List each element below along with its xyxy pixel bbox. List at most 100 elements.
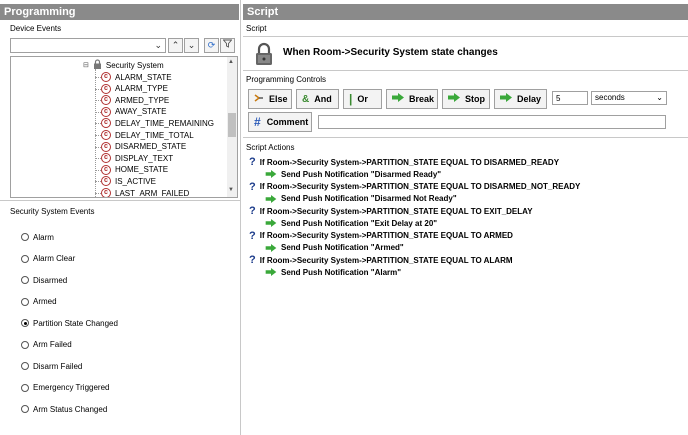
tree-item[interactable]: c IS_ACTIVE — [101, 175, 156, 187]
step-text: Send Push Notification "Alarm" — [281, 267, 402, 277]
divider — [243, 137, 688, 138]
radio-button[interactable] — [21, 319, 29, 327]
filter-icon — [222, 39, 233, 50]
tree-root-security-system[interactable]: ⊟ Security System — [83, 58, 164, 72]
device-event-tree[interactable]: ⊟ Security System c ALARM_STATE c ALARM_TYP… — [10, 56, 238, 198]
tree-item[interactable]: c HOME_STATE — [101, 164, 168, 176]
event-label: Partition State Changed — [33, 318, 118, 328]
action-condition[interactable]: ? If Room->Security System->PARTITION_STA… — [249, 230, 513, 242]
event-label: Armed — [33, 297, 57, 306]
action-step[interactable]: Send Push Notification "Disarmed Not Rea… — [265, 193, 457, 205]
radio-button[interactable] — [21, 405, 29, 413]
panel-splitter[interactable] — [240, 0, 241, 435]
chevron-down-icon: ⌄ — [154, 40, 162, 50]
tree-item-label: ALARM_STATE — [115, 72, 172, 82]
radio-button[interactable] — [21, 276, 29, 284]
action-condition[interactable]: ? If Room->Security System->PARTITION_STA… — [249, 205, 533, 217]
action-step[interactable]: Send Push Notification "Exit Delay at 20… — [265, 217, 437, 229]
event-radio-row[interactable]: Partition State Changed — [21, 317, 118, 329]
condition-text: If Room->Security System->PARTITION_STAT… — [259, 182, 581, 192]
action-condition[interactable]: ? If Room->Security System->PARTITION_STA… — [249, 156, 559, 168]
tree-item[interactable]: c LAST_ARM_FAILED — [101, 187, 190, 198]
step-text: Send Push Notification "Armed" — [281, 243, 404, 253]
comment-button[interactable]: # Comment — [248, 112, 312, 132]
tree-item[interactable]: c ALARM_TYPE — [101, 83, 168, 95]
state-variable-icon: c — [101, 106, 111, 117]
device-combo[interactable]: ⌄ — [10, 38, 166, 53]
event-label: Disarm Failed — [33, 361, 83, 371]
radio-button[interactable] — [21, 254, 29, 263]
radio-button[interactable] — [21, 383, 29, 392]
else-button[interactable]: Else — [248, 89, 292, 109]
radio-button[interactable] — [21, 233, 29, 241]
tree-scrollbar[interactable]: ▲ ▼ — [227, 57, 237, 197]
question-icon: ? — [249, 254, 256, 267]
radio-button[interactable] — [21, 362, 29, 370]
delay-value-input[interactable] — [552, 91, 588, 105]
event-radio-row[interactable]: Alarm Clear — [21, 253, 75, 265]
action-condition[interactable]: ? If Room->Security System->PARTITION_STA… — [249, 254, 513, 266]
divider — [243, 36, 688, 37]
event-radio-row[interactable]: Emergency Triggered — [21, 382, 109, 394]
script-header: Script — [243, 4, 688, 20]
green-arrow-icon — [392, 93, 404, 105]
green-arrow-icon — [265, 243, 277, 252]
green-arrow-icon — [265, 219, 277, 228]
tree-item[interactable]: c AWAY_STATE — [101, 106, 166, 118]
divider — [0, 200, 240, 201]
tree-item[interactable]: c DELAY_TIME_TOTAL — [101, 129, 194, 141]
move-up-button[interactable]: ⌃ — [168, 38, 183, 53]
programming-controls-label: Programming Controls — [246, 75, 327, 84]
tree-item-label: IS_ACTIVE — [115, 176, 156, 186]
delay-button[interactable]: Delay — [494, 89, 547, 109]
move-down-button[interactable]: ⌄ — [184, 38, 199, 53]
tree-item[interactable]: c ALARM_STATE — [101, 71, 172, 83]
question-icon: ? — [249, 180, 256, 193]
security-system-icon — [92, 58, 103, 72]
delay-label: Delay — [517, 94, 542, 104]
event-radio-row[interactable]: Arm Failed — [21, 339, 72, 351]
ampersand-icon: & — [302, 93, 310, 105]
state-variable-icon: c — [101, 72, 111, 82]
event-label: Disarmed — [33, 275, 68, 285]
divider — [243, 70, 688, 71]
action-step[interactable]: Send Push Notification "Armed" — [265, 242, 404, 254]
delay-unit-select[interactable]: seconds ⌄ — [591, 91, 667, 105]
event-radio-row[interactable]: Arm Status Changed — [21, 403, 107, 415]
tree-item[interactable]: c DISARMED_STATE — [101, 141, 186, 153]
script-label: Script — [246, 24, 267, 33]
scroll-down-icon: ▼ — [228, 187, 234, 193]
tree-item[interactable]: c ARMED_TYPE — [101, 94, 169, 106]
tree-item-label: LAST_ARM_FAILED — [115, 188, 190, 198]
green-arrow-icon — [265, 170, 277, 178]
trigger-title: When Room->Security System state changes — [283, 47, 498, 58]
tree-item[interactable]: c DELAY_TIME_REMAINING — [101, 117, 214, 129]
break-label: Break — [409, 94, 435, 104]
action-step[interactable]: Send Push Notification "Disarmed Ready" — [265, 168, 441, 180]
break-button[interactable]: Break — [386, 89, 438, 109]
radio-button[interactable] — [21, 297, 29, 306]
stop-button[interactable]: Stop — [442, 89, 490, 109]
refresh-button[interactable]: ⟳ — [204, 38, 219, 53]
comment-label: Comment — [266, 117, 309, 127]
and-button[interactable]: & And — [296, 89, 339, 109]
green-arrow-icon — [265, 194, 277, 203]
tree-item[interactable]: c DISPLAY_TEXT — [101, 152, 173, 164]
event-label: Alarm — [33, 232, 54, 242]
event-radio-row[interactable]: Disarmed — [21, 274, 67, 286]
state-variable-icon: c — [101, 118, 111, 129]
state-variable-icon: c — [101, 141, 111, 152]
event-radio-row[interactable]: Armed — [21, 296, 57, 308]
action-condition[interactable]: ? If Room->Security System->PARTITION_STA… — [249, 181, 580, 193]
event-radio-row[interactable]: Disarm Failed — [21, 360, 82, 372]
or-button[interactable]: | Or — [343, 89, 382, 109]
event-radio-row[interactable]: Alarm — [21, 231, 54, 243]
scroll-thumb[interactable] — [228, 113, 236, 137]
comment-input[interactable] — [318, 115, 666, 129]
or-icon: | — [349, 92, 353, 106]
filter-button[interactable] — [220, 38, 235, 53]
state-variable-icon: c — [101, 95, 111, 106]
action-step[interactable]: Send Push Notification "Alarm" — [265, 266, 401, 278]
else-label: Else — [269, 94, 288, 104]
radio-button[interactable] — [21, 340, 29, 349]
